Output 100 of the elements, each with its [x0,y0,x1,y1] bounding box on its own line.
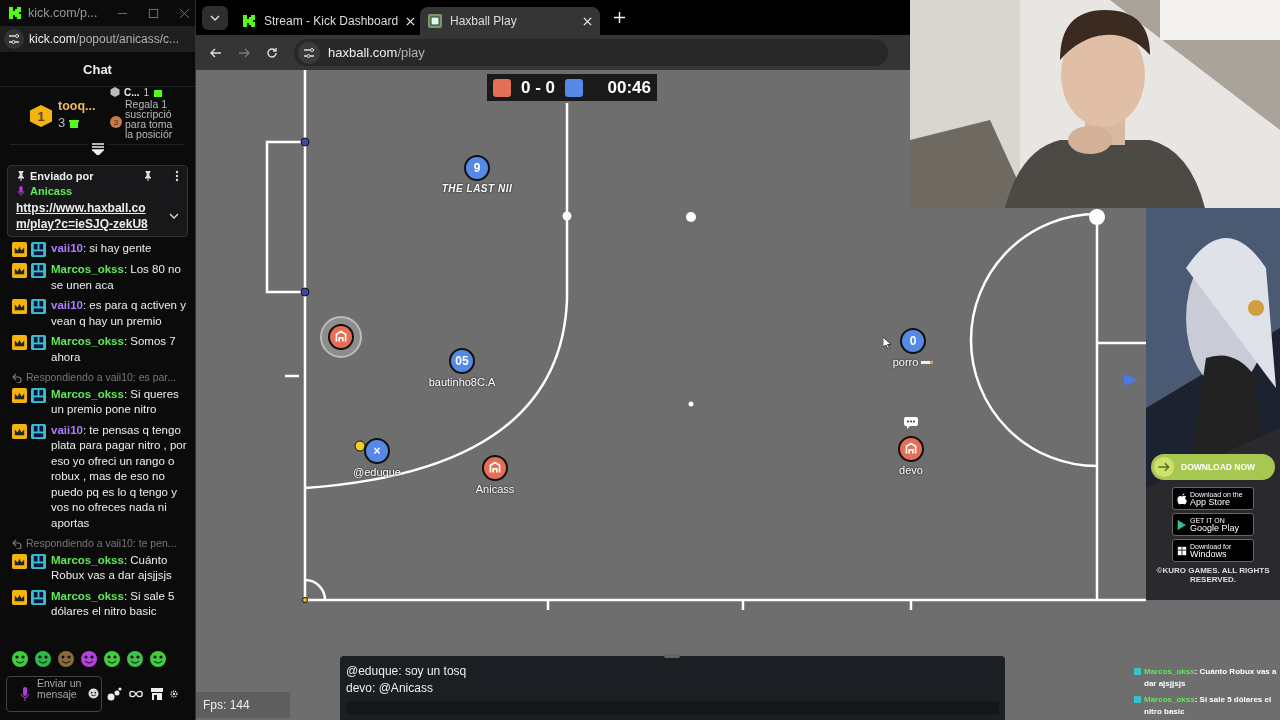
leaderboard-prompt: Regala 1 suscripció para toma la posiciór [125,99,174,139]
player-name: Anicass [475,483,515,495]
chat-message: vaii10: es para q activen y vean q hay un premio [51,298,187,329]
new-tab-icon[interactable] [614,12,625,23]
store-name: Google Play [1190,523,1240,533]
emote-icon[interactable] [103,650,121,668]
triangle-marker-icon [1124,374,1138,386]
chat-message: Marcos_okss: Somos 7 ahora [51,334,177,365]
match-timer: 00:46 [607,77,651,98]
crown-badge-icon [12,299,27,314]
pinned-author: Anicass [30,185,73,197]
pinned-link[interactable]: https://www.haxball.co m/play?c=ieSJQ-zekU8 [16,200,155,232]
emote-icon[interactable] [34,650,52,668]
chevron-down-icon[interactable] [169,213,179,219]
pinned-label: Enviado por [30,170,95,182]
chat-line: @eduque: soy un tosq [346,663,468,680]
settings-icon[interactable] [170,687,178,701]
address-bar[interactable]: haxball.com/play [294,39,888,66]
og-badge-icon [31,335,46,350]
store-name: App Store [1190,497,1232,507]
pitch-spot [686,212,696,222]
window-title: kick.com/p... [28,6,98,20]
chat-message: Marcos_okss: Cuánto Robux vas a dar ajsjjsjs [1144,666,1278,690]
crown-badge-icon [12,335,27,350]
microphone-icon[interactable] [20,687,30,701]
message-input[interactable]: Enviar un mensaje [6,676,102,712]
reply-context: Respondiendo a vaii10: es par... [26,370,177,385]
chat-message: Marcos_okss: Los 80 no se unen aca [51,262,182,293]
emote-icon[interactable] [11,650,29,668]
reload-icon[interactable] [266,46,278,59]
cigarette-icon [921,359,934,365]
arrow-right-icon [1153,456,1175,478]
gift-icon [153,87,164,97]
store-icon[interactable] [149,687,165,701]
points-icon[interactable] [107,687,123,701]
pin-icon[interactable] [143,171,153,181]
pin-icon [16,171,26,181]
gift-count: 1 [143,86,150,98]
chat-message: Marcos_okss: Si sale 5 dólares el nitro basic [51,588,176,619]
player-name: porro [892,356,919,368]
player-name: @eduque [353,466,401,478]
pitch-spot [1089,209,1105,225]
windows-icon [1177,544,1187,557]
reply-context: Respondiendo a vaii10: te pen... [26,536,177,551]
chat-message: vaii10: si hay gente [51,241,153,256]
rank-badge: 1 [30,105,52,127]
score: 0 - 0 [521,77,556,98]
kick-logo-icon [8,6,22,20]
kick-logo-icon [242,14,256,28]
pitch-spot [688,401,694,407]
maximize-icon[interactable] [148,7,160,19]
mouse-cursor-icon [883,337,891,349]
badge-icon [1134,696,1141,703]
haxball-logo-icon [428,14,442,28]
emote-icon[interactable] [80,650,98,668]
site-info-icon[interactable] [4,29,24,49]
tab-list-button[interactable] [202,5,228,30]
leaderboard-name: C... [124,86,140,98]
more-icon[interactable] [175,170,179,182]
microphone-icon [16,186,26,196]
crown-badge-icon [12,242,27,257]
chat-message: Marcos_okss: Si sale 5 dólares el nitro basic [1144,694,1273,718]
gift-count: 3 [58,115,66,130]
chat-message: Marcos_okss: Si queres un premio pone nitro [51,386,180,417]
chat-message: vaii10: te pensas q tengo plata para pagar nitro , por eso yo ofreci un rango o robux , mas de eso no puedo pq es lo q tengo y vos no ofreces nada ni aportas [51,422,188,531]
back-icon[interactable] [210,46,222,59]
crown-badge-icon [12,589,27,605]
site-info-icon[interactable] [298,41,320,64]
emote-icon[interactable] [126,650,144,668]
og-badge-icon [31,242,46,257]
gift-icon [69,117,80,128]
forward-icon[interactable] [238,46,250,59]
emote-icon[interactable] [57,650,75,668]
tab-title: Haxball Play [450,14,518,28]
emoji-icon[interactable] [88,688,99,699]
fps-counter: Fps: 144 [196,692,290,718]
browser-tab[interactable]: Haxball Play [420,7,600,35]
og-badge-icon [31,589,46,605]
apple-logo-icon [1177,492,1187,505]
player-name: devo [899,464,923,476]
copyright-text: ©KURO GAMES. ALL RIGHTS RESERVED. [1155,566,1271,584]
leaderboard-name: tooq... [58,99,97,113]
rank-badge-icon [110,87,120,97]
og-badge-icon [31,423,46,439]
browser-tab[interactable]: Stream - Kick Dashboard [234,7,414,35]
play-store-icon [1177,518,1187,531]
chat-header: Chat [82,60,113,79]
team-swatch [493,78,511,97]
og-badge-icon [31,299,46,314]
ball [354,440,366,452]
url-text: haxball.com/play [328,45,425,60]
reply-icon [12,538,22,549]
crown-badge-icon [12,553,27,569]
emote-icon[interactable] [149,650,167,668]
resize-handle[interactable] [664,654,680,658]
chat-message: Marcos_okss: Cuánto Robux vas a dar ajsjjsjs [51,552,173,583]
crown-badge-icon [12,263,27,278]
og-badge-icon [31,387,46,403]
og-badge-icon [31,263,46,278]
team-swatch [565,78,584,97]
